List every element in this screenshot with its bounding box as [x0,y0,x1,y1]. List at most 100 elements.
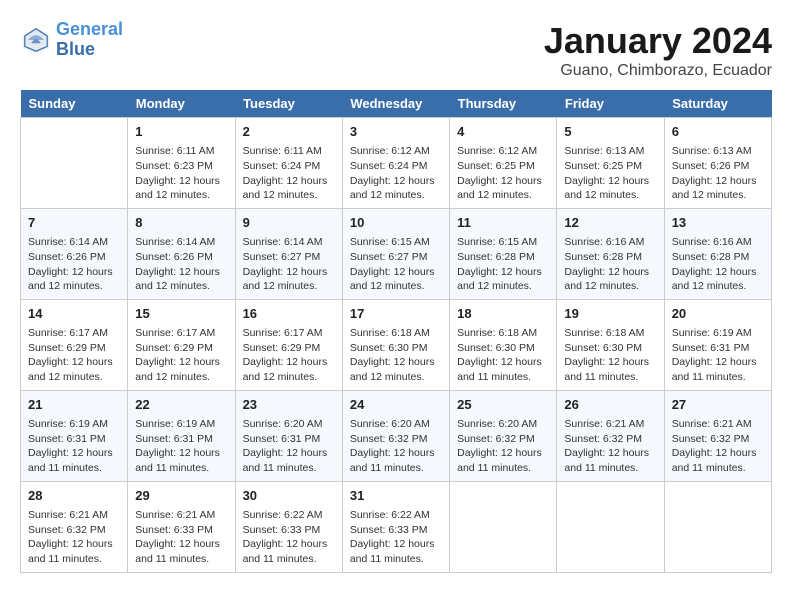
day-info: Sunrise: 6:15 AMSunset: 6:27 PMDaylight:… [350,235,442,294]
day-info: Sunrise: 6:12 AMSunset: 6:24 PMDaylight:… [350,144,442,203]
day-cell: 27 Sunrise: 6:21 AMSunset: 6:32 PMDayligh… [664,390,771,481]
day-cell: 30 Sunrise: 6:22 AMSunset: 6:33 PMDayligh… [235,481,342,572]
day-info: Sunrise: 6:17 AMSunset: 6:29 PMDaylight:… [28,326,120,385]
day-cell: 22 Sunrise: 6:19 AMSunset: 6:31 PMDayligh… [128,390,235,481]
day-number: 17 [350,305,442,323]
day-number: 24 [350,396,442,414]
logo-text: General Blue [56,20,123,60]
week-row-3: 14 Sunrise: 6:17 AMSunset: 6:29 PMDayligh… [21,299,772,390]
day-info: Sunrise: 6:13 AMSunset: 6:26 PMDaylight:… [672,144,764,203]
day-info: Sunrise: 6:13 AMSunset: 6:25 PMDaylight:… [564,144,656,203]
day-cell: 17 Sunrise: 6:18 AMSunset: 6:30 PMDayligh… [342,299,449,390]
day-cell: 25Sunrise: 6:20 AMSunset: 6:32 PMDayligh… [450,390,557,481]
day-cell: 2Sunrise: 6:11 AMSunset: 6:24 PMDaylight… [235,118,342,209]
day-number: 16 [243,305,335,323]
week-row-2: 7 Sunrise: 6:14 AMSunset: 6:26 PMDaylight… [21,208,772,299]
week-row-5: 28Sunrise: 6:21 AMSunset: 6:32 PMDayligh… [21,481,772,572]
day-info: Sunrise: 6:19 AMSunset: 6:31 PMDaylight:… [28,417,120,476]
day-cell [664,481,771,572]
page-header: General Blue January 2024 Guano, Chimbor… [20,20,772,80]
day-cell: 18 Sunrise: 6:18 AMSunset: 6:30 PMDayligh… [450,299,557,390]
day-info: Sunrise: 6:22 AMSunset: 6:33 PMDaylight:… [350,508,442,567]
day-number: 11 [457,214,549,232]
day-number: 30 [243,487,335,505]
day-number: 23 [243,396,335,414]
day-number: 7 [28,214,120,232]
day-cell: 26Sunrise: 6:21 AMSunset: 6:32 PMDayligh… [557,390,664,481]
day-info: Sunrise: 6:16 AMSunset: 6:28 PMDaylight:… [672,235,764,294]
header-cell-thursday: Thursday [450,90,557,118]
day-cell: 28Sunrise: 6:21 AMSunset: 6:32 PMDayligh… [21,481,128,572]
day-info: Sunrise: 6:12 AMSunset: 6:25 PMDaylight:… [457,144,549,203]
day-cell [21,118,128,209]
day-number: 31 [350,487,442,505]
day-info: Sunrise: 6:15 AMSunset: 6:28 PMDaylight:… [457,235,549,294]
day-number: 3 [350,123,442,141]
day-number: 14 [28,305,120,323]
day-cell: 11 Sunrise: 6:15 AMSunset: 6:28 PMDayligh… [450,208,557,299]
day-info: Sunrise: 6:18 AMSunset: 6:30 PMDaylight:… [457,326,549,385]
header-cell-tuesday: Tuesday [235,90,342,118]
header-cell-wednesday: Wednesday [342,90,449,118]
day-number: 20 [672,305,764,323]
day-number: 18 [457,305,549,323]
day-cell: 31 Sunrise: 6:22 AMSunset: 6:33 PMDayligh… [342,481,449,572]
day-number: 26 [564,396,656,414]
day-number: 12 [564,214,656,232]
day-number: 8 [135,214,227,232]
day-cell: 6 Sunrise: 6:13 AMSunset: 6:26 PMDaylight… [664,118,771,209]
logo: General Blue [20,20,123,60]
day-info: Sunrise: 6:11 AMSunset: 6:24 PMDaylight:… [243,144,335,203]
day-cell: 21 Sunrise: 6:19 AMSunset: 6:31 PMDayligh… [21,390,128,481]
day-cell: 16 Sunrise: 6:17 AMSunset: 6:29 PMDayligh… [235,299,342,390]
day-info: Sunrise: 6:17 AMSunset: 6:29 PMDaylight:… [243,326,335,385]
day-info: Sunrise: 6:21 AMSunset: 6:32 PMDaylight:… [672,417,764,476]
header-row: SundayMondayTuesdayWednesdayThursdayFrid… [21,90,772,118]
day-cell: 3 Sunrise: 6:12 AMSunset: 6:24 PMDaylight… [342,118,449,209]
day-cell: 4 Sunrise: 6:12 AMSunset: 6:25 PMDaylight… [450,118,557,209]
day-cell: 12 Sunrise: 6:16 AMSunset: 6:28 PMDayligh… [557,208,664,299]
day-number: 25 [457,396,549,414]
day-number: 27 [672,396,764,414]
day-info: Sunrise: 6:14 AMSunset: 6:27 PMDaylight:… [243,235,335,294]
day-cell: 8 Sunrise: 6:14 AMSunset: 6:26 PMDaylight… [128,208,235,299]
day-number: 4 [457,123,549,141]
day-cell: 13 Sunrise: 6:16 AMSunset: 6:28 PMDayligh… [664,208,771,299]
logo-line2: Blue [56,39,95,59]
day-number: 28 [28,487,120,505]
header-cell-friday: Friday [557,90,664,118]
day-cell: 9 Sunrise: 6:14 AMSunset: 6:27 PMDaylight… [235,208,342,299]
day-info: Sunrise: 6:11 AMSunset: 6:23 PMDaylight:… [135,144,227,203]
day-info: Sunrise: 6:21 AMSunset: 6:33 PMDaylight:… [135,508,227,567]
day-info: Sunrise: 6:18 AMSunset: 6:30 PMDaylight:… [564,326,656,385]
header-cell-saturday: Saturday [664,90,771,118]
day-cell: 1Sunrise: 6:11 AMSunset: 6:23 PMDaylight… [128,118,235,209]
week-row-4: 21 Sunrise: 6:19 AMSunset: 6:31 PMDayligh… [21,390,772,481]
day-number: 21 [28,396,120,414]
day-info: Sunrise: 6:22 AMSunset: 6:33 PMDaylight:… [243,508,335,567]
calendar-table: SundayMondayTuesdayWednesdayThursdayFrid… [20,90,772,573]
logo-line1: General [56,19,123,39]
day-cell: 10Sunrise: 6:15 AMSunset: 6:27 PMDayligh… [342,208,449,299]
header-cell-sunday: Sunday [21,90,128,118]
day-cell [557,481,664,572]
day-number: 29 [135,487,227,505]
day-number: 15 [135,305,227,323]
day-info: Sunrise: 6:18 AMSunset: 6:30 PMDaylight:… [350,326,442,385]
day-number: 22 [135,396,227,414]
day-number: 13 [672,214,764,232]
day-info: Sunrise: 6:16 AMSunset: 6:28 PMDaylight:… [564,235,656,294]
day-info: Sunrise: 6:20 AMSunset: 6:31 PMDaylight:… [243,417,335,476]
day-info: Sunrise: 6:14 AMSunset: 6:26 PMDaylight:… [135,235,227,294]
day-number: 19 [564,305,656,323]
day-info: Sunrise: 6:14 AMSunset: 6:26 PMDaylight:… [28,235,120,294]
month-year: January 2024 [544,20,772,62]
day-cell: 7 Sunrise: 6:14 AMSunset: 6:26 PMDaylight… [21,208,128,299]
day-number: 6 [672,123,764,141]
logo-icon [20,24,52,56]
week-row-1: 1Sunrise: 6:11 AMSunset: 6:23 PMDaylight… [21,118,772,209]
day-info: Sunrise: 6:19 AMSunset: 6:31 PMDaylight:… [135,417,227,476]
day-info: Sunrise: 6:17 AMSunset: 6:29 PMDaylight:… [135,326,227,385]
day-cell: 24Sunrise: 6:20 AMSunset: 6:32 PMDayligh… [342,390,449,481]
day-number: 9 [243,214,335,232]
